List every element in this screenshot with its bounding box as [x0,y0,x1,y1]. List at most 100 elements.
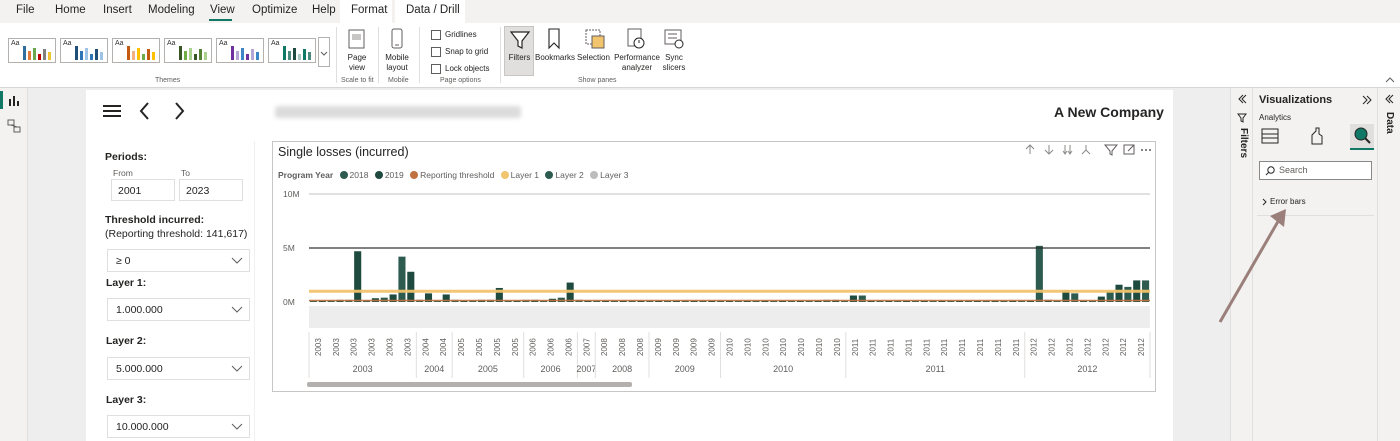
blurred-x-labels [309,306,1150,328]
expand-hierarchy-icon[interactable] [1081,145,1091,155]
selection-button[interactable]: Selection [577,53,610,63]
theme-thumbnail-text: Aa [167,40,176,47]
x-group-label: 2004 [424,364,444,374]
x-tick-label: 2011 [869,338,878,356]
sync-slicers-icon[interactable] [663,28,685,50]
data-pane-label[interactable]: Data [1384,112,1395,134]
active-tab-underline [209,19,232,21]
page-view-icon[interactable] [346,28,368,50]
theme-thumbnail-text: Aa [219,40,228,47]
theme-thumbnail-bar [95,49,98,60]
x-tick-label: 2011 [851,338,860,356]
chart-bar [407,271,415,302]
theme-thumbnail-bar [241,48,244,60]
theme-thumbnail[interactable]: Aa [60,38,108,63]
x-tick-label: 2011 [904,338,913,356]
x-tick-label: 2012 [1101,338,1110,356]
build-visual-icon[interactable] [1261,127,1279,145]
back-arrow-icon[interactable] [138,101,152,121]
bookmark-icon[interactable] [546,28,562,50]
expand-filters-icon[interactable] [1237,94,1247,104]
x-tick-label: 2009 [654,338,663,356]
more-options-icon[interactable] [1141,149,1151,151]
theme-thumbnail-bar [288,51,291,60]
theme-thumbnail-bar [303,49,306,60]
lock-objects-checkbox[interactable] [431,64,441,74]
focus-mode-icon[interactable] [1123,144,1135,155]
mobile-layout-icon[interactable] [389,28,405,50]
threshold-label: Threshold incurred: [105,214,205,226]
gridlines-checkbox[interactable] [431,30,441,40]
x-tick-label: 2008 [618,338,627,356]
visual-filter-icon[interactable] [1103,144,1119,156]
page-view-button[interactable]: Page view [343,53,371,73]
layer2-dropdown[interactable]: 5.000.000 [107,357,250,380]
theme-thumbnail[interactable]: Aa [8,38,56,63]
bookmarks-button[interactable]: Bookmarks [535,53,575,63]
menu-modeling[interactable]: Modeling [148,4,195,16]
menu-file[interactable]: File [16,4,35,16]
layer3-label: Layer 3: [106,394,147,406]
expand-data-icon[interactable] [1384,94,1394,104]
menu-optimize[interactable]: Optimize [252,4,297,16]
snap-to-grid-checkbox[interactable] [431,47,441,57]
tab-format[interactable]: Format [351,4,387,16]
menu-insert[interactable]: Insert [103,4,132,16]
mobile-layout-button[interactable]: Mobile layout [382,53,412,73]
active-view-indicator [0,91,3,109]
theme-thumbnail-bar [142,54,145,60]
x-tick-label: 2003 [403,338,412,356]
collapse-visualizations-icon[interactable] [1361,95,1373,105]
performance-analyzer-button[interactable]: Performance analyzer [612,53,662,73]
theme-thumbnail-bar [132,51,135,60]
report-view-icon[interactable] [7,93,21,107]
x-group-label: 2005 [478,364,498,374]
x-tick-label: 2006 [564,338,573,356]
theme-thumbnail-bar [100,52,103,60]
chart-marks: 0M 5M 10M 2003 2003 2003 2003 2003 2003 2003 2004 2… [283,189,1151,378]
visualizations-title: Visualizations [1259,94,1333,106]
collapse-ribbon-icon[interactable] [1384,75,1396,85]
go-to-next-level-icon[interactable] [1062,145,1073,155]
format-visual-icon[interactable] [1308,127,1326,145]
performance-analyzer-icon[interactable] [625,28,647,50]
selection-icon[interactable] [584,28,606,50]
layer1-dropdown[interactable]: 1.000.000 [107,298,250,321]
ribbon-divider [500,27,501,83]
hamburger-menu-icon[interactable] [102,103,122,119]
forward-arrow-icon[interactable] [172,101,186,121]
theme-thumbnail[interactable]: Aa [112,38,160,63]
themes-group-label: Themes [155,77,181,84]
theme-thumbnail-text: Aa [271,40,280,47]
theme-thumbnail[interactable]: Aa [216,38,264,63]
layer3-dropdown[interactable]: 10.000.000 [107,415,250,438]
gridlines-label: Gridlines [445,30,477,39]
themes-more-button[interactable] [318,37,330,67]
filter-pane-icon [1237,113,1247,123]
theme-thumbnail-bar [199,49,202,60]
lock-objects-label: Lock objects [445,64,490,73]
theme-thumbnail[interactable]: Aa [268,38,316,63]
menu-home[interactable]: Home [55,4,86,16]
theme-thumbnail[interactable]: Aa [164,38,212,63]
theme-thumbnail-bar [33,48,36,60]
sync-slicers-button[interactable]: Sync slicers [660,53,688,73]
chart-plot: 0M 5M 10M 2003 2003 2003 2003 2003 2003 2003 2004 2… [283,144,1151,387]
annotation-arrow [1218,209,1286,323]
threshold-dropdown[interactable]: ≥ 0 [107,249,250,272]
model-view-icon[interactable] [7,119,21,133]
filters-pane-label[interactable]: Filters [1238,128,1249,158]
theme-thumbnail-text: Aa [11,40,20,47]
menu-view[interactable]: View [210,4,235,16]
x-tick-label: 2010 [779,338,788,356]
tab-data-drill[interactable]: Data / Drill [406,4,460,16]
x-tick-label: 2003 [368,338,377,356]
chart-scrollbar[interactable] [307,382,632,387]
scale-to-fit-group-label: Scale to fit [341,77,374,84]
drill-down-icon[interactable] [1044,145,1054,155]
data-pane: Data [1377,88,1400,441]
visualizations-search-input[interactable]: Search [1259,161,1372,180]
drill-up-icon[interactable] [1025,144,1035,154]
chart-visual[interactable]: Single losses (incurred) Program Year 20… [272,141,1156,392]
menu-help[interactable]: Help [312,4,336,16]
